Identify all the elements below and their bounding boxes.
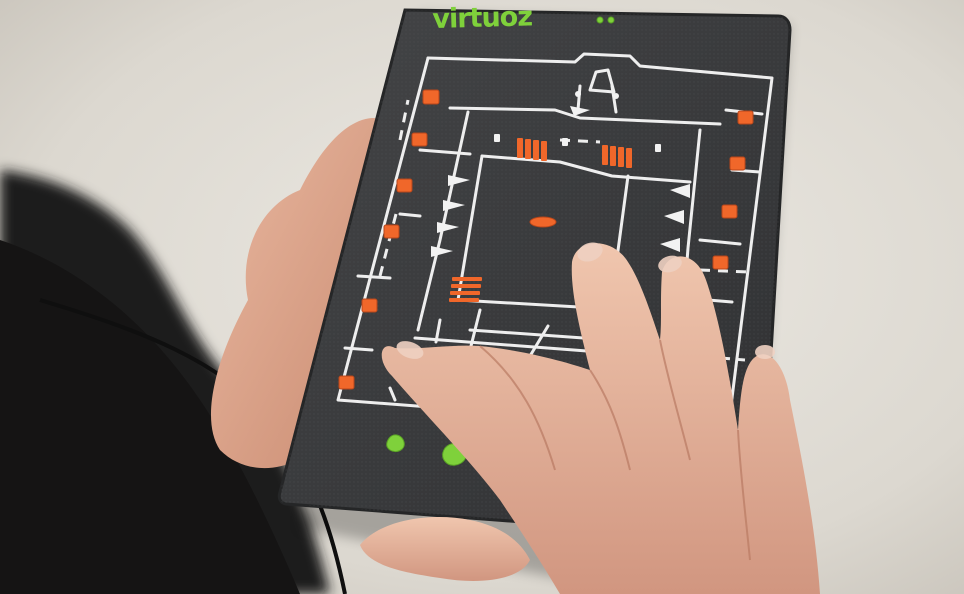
photo-scene [0, 0, 964, 594]
